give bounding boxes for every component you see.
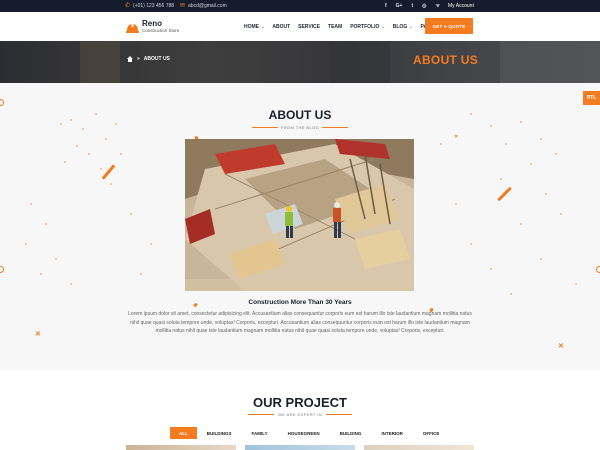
x-decor-icon: ✕ [35,331,41,338]
breadcrumb: » ABOUT US [127,56,170,62]
filter-housegreen[interactable]: HOUSEGREEN [278,427,330,439]
email-address: abcd@gmail.com [188,3,227,9]
nav-item-about[interactable]: ABOUT [272,24,290,30]
rss-icon[interactable]: ᯤ [436,3,441,9]
x-decor-icon: ✕ [558,343,564,350]
filter-building[interactable]: BUILDING [330,427,372,439]
logo-title: Reno [142,19,162,28]
google-plus-icon[interactable]: G+ [396,3,403,9]
project-filter-tabs: ALL BUILDINGS FAMILY HOUSEGREEN BUILDING… [170,427,449,439]
top-bar: ✆ (+01) 123 456 788 ✉ abcd@gmail.com f G… [0,0,600,12]
facebook-icon[interactable]: f [385,3,387,9]
rtl-toggle-button[interactable]: RTL [583,91,600,105]
site-logo[interactable]: Reno Construction Store [126,18,179,36]
nav-label: TEAM [328,23,343,30]
filter-office[interactable]: OFFICE [413,427,450,439]
ring-decor-icon [0,99,4,106]
phone-number: (+01) 123 456 788 [133,3,175,9]
main-header: Reno Construction Store HOME ⌄ ABOUT SERV… [0,12,600,41]
phone-contact[interactable]: ✆ (+01) 123 456 788 [125,0,174,12]
nav-item-home[interactable]: HOME ⌄ [244,24,264,30]
nav-label: PORTFOLIO [350,23,380,30]
logo-text: Reno Construction Store [142,20,179,34]
page-banner [0,41,600,83]
about-subtitle: FROM THE BLOG [280,125,320,130]
get-a-quote-button[interactable]: GET A QUOTE [425,18,473,34]
project-thumbnail[interactable] [245,445,355,450]
construction-site-photo [185,139,414,291]
project-thumbnail[interactable] [364,445,474,450]
ring-decor-icon [0,266,4,273]
nav-label: SERVICE [298,23,321,30]
nav-item-service[interactable]: SERVICE [298,24,320,30]
phone-icon: ✆ [125,3,131,9]
home-icon[interactable] [127,56,133,62]
filter-family[interactable]: FAMILY [242,427,278,439]
helmet-logo-icon [126,22,139,33]
filter-all[interactable]: ALL [170,427,197,439]
my-account-link[interactable]: My Account [448,0,474,12]
breadcrumb-separator: » [137,56,140,62]
instagram-icon[interactable]: ◎ [422,3,426,9]
nav-item-portfolio[interactable]: PORTFOLIO ⌄ [350,24,385,30]
title-underline-right [326,414,352,415]
title-underline-right [322,127,348,128]
about-body-text: Lorem ipsum dolor sit amet, consectetur … [128,311,472,334]
banner-title: ABOUT US [413,53,479,67]
about-title: ABOUT US [268,108,332,122]
twitter-icon[interactable]: t [411,3,413,9]
nav-label: ABOUT [272,23,291,30]
filter-interior[interactable]: INTERIOR [371,427,413,439]
project-thumbnail[interactable] [126,445,236,450]
about-heading: Construction More Than 30 Years [248,299,352,306]
chevron-down-icon: ⌄ [409,23,413,29]
chevron-down-icon: ⌄ [381,23,385,29]
project-title: OUR PROJECT [253,395,347,410]
nav-label: BLOG [392,23,408,30]
email-contact[interactable]: ✉ abcd@gmail.com [180,0,227,12]
mail-icon: ✉ [180,3,186,9]
main-nav: HOME ⌄ ABOUT SERVICE TEAM PORTFOLIO ⌄ BLOG… [244,12,440,41]
social-links: f G+ t ◎ ᯤ [385,0,440,12]
project-subtitle: WE ARE EXPERT IN [277,412,323,417]
breadcrumb-current: ABOUT US [143,56,170,62]
filter-buildings[interactable]: BUILDINGS [197,427,242,439]
logo-subtitle: Construction Store [142,28,180,33]
nav-item-team[interactable]: TEAM [328,24,342,30]
x-decor-icon: ✕ [454,134,459,140]
nav-label: HOME [244,23,259,30]
nav-item-blog[interactable]: BLOG ⌄ [393,24,413,30]
ring-decor-icon [596,266,600,273]
chevron-down-icon: ⌄ [261,23,265,29]
